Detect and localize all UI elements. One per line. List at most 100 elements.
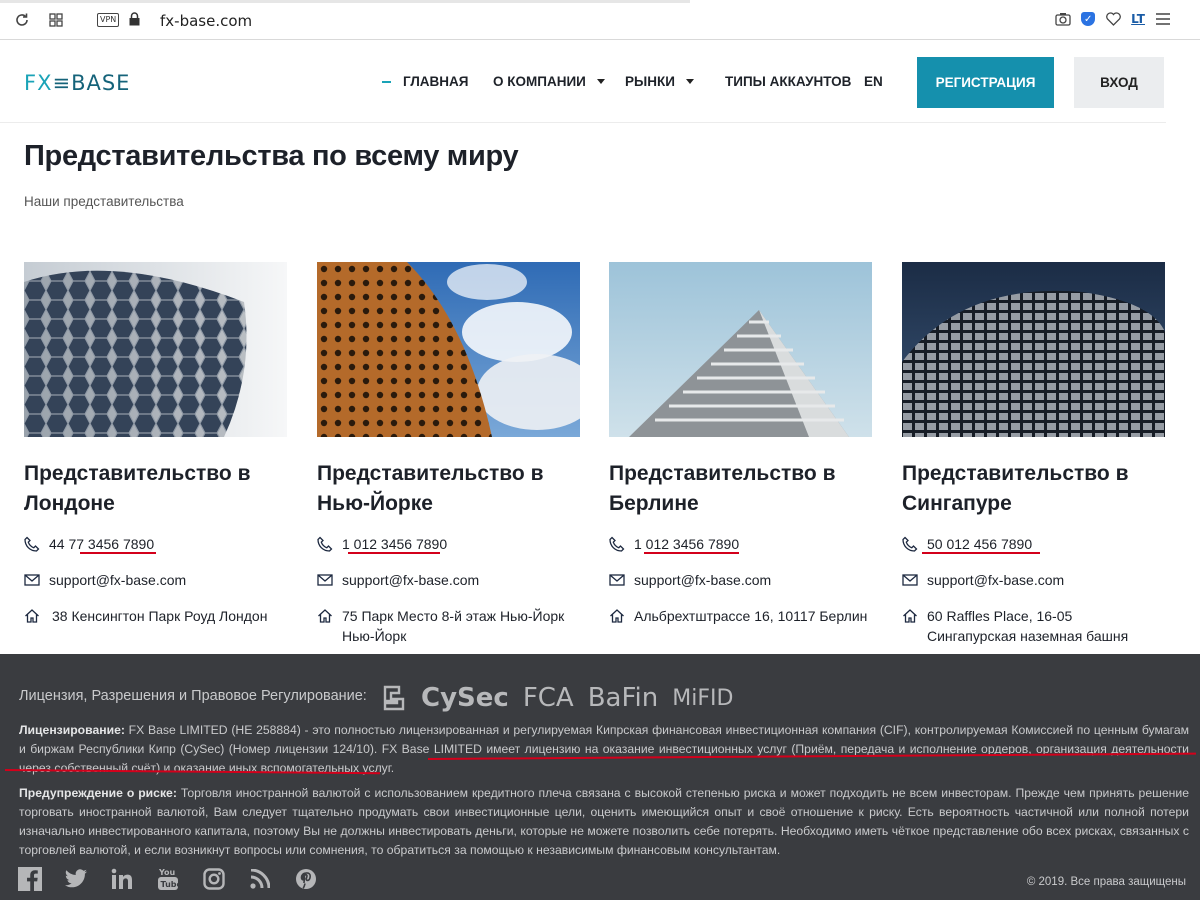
office-address: 38 Кенсингтон Парк Роуд Лондон bbox=[24, 606, 287, 626]
social-links: You Tube bbox=[18, 867, 318, 891]
menu-icon[interactable] bbox=[1154, 10, 1172, 28]
logo-base: BASE bbox=[71, 71, 131, 95]
chevron-down-icon bbox=[685, 79, 694, 84]
phone-number: 1 012 3456 7890 bbox=[342, 536, 448, 552]
home-icon bbox=[903, 609, 917, 623]
camera-icon[interactable] bbox=[1054, 10, 1072, 28]
address-bar-url[interactable]: fx-base.com bbox=[160, 12, 252, 30]
office-email[interactable]: support@fx-base.com bbox=[609, 570, 771, 590]
tabs-grid-icon[interactable] bbox=[46, 10, 66, 30]
shield-icon[interactable]: ✓ bbox=[1081, 12, 1096, 26]
nav-language[interactable]: EN bbox=[864, 74, 883, 89]
active-indicator bbox=[382, 80, 391, 83]
address-text: 75 Парк Место 8-й этаж Нью-Йорк Нью-Йорк bbox=[342, 608, 565, 644]
home-icon bbox=[318, 609, 332, 623]
mifid-logo: MiFID bbox=[672, 685, 734, 711]
address-text: 38 Кенсингтон Парк Роуд Лондон bbox=[52, 608, 268, 624]
nav-home-label: ГЛАВНАЯ bbox=[403, 74, 469, 89]
office-title: Представительство в Лондоне bbox=[24, 462, 251, 515]
breadcrumb[interactable]: Наши представительства bbox=[24, 194, 184, 209]
phone-icon bbox=[24, 536, 40, 552]
licensing-text: Лицензирование: FX Base LIMITED (HE 2588… bbox=[19, 721, 1189, 778]
office-phone[interactable]: 1 012 3456 7890 bbox=[317, 534, 447, 554]
youtube-icon[interactable]: You Tube bbox=[156, 867, 180, 891]
nav-about[interactable]: О КОМПАНИИ bbox=[493, 74, 605, 89]
lock-icon[interactable] bbox=[129, 12, 140, 26]
regulator-logos: CySec FCA BaFin MiFID bbox=[381, 683, 733, 713]
pinterest-icon[interactable] bbox=[294, 867, 318, 891]
office-card-singapore: Представительство в Сингапуре bbox=[902, 262, 1165, 519]
nav-language-label: EN bbox=[864, 74, 883, 89]
annotation-underline bbox=[80, 552, 156, 554]
london-building-photo bbox=[24, 262, 287, 437]
singapore-building-photo bbox=[902, 262, 1165, 437]
annotation-underline bbox=[348, 552, 440, 554]
new-york-building-photo bbox=[317, 262, 580, 437]
heart-icon[interactable] bbox=[1104, 10, 1122, 28]
vpn-badge[interactable]: VPN bbox=[97, 13, 120, 27]
risk-label: Предупреждение о риске: bbox=[19, 786, 177, 800]
page-title: Представительства по всему миру bbox=[24, 140, 519, 172]
office-email[interactable]: support@fx-base.com bbox=[317, 570, 479, 590]
regulation-label: Лицензия, Разрешения и Правовое Регулиро… bbox=[19, 688, 367, 704]
phone-icon bbox=[902, 536, 918, 552]
office-email[interactable]: support@fx-base.com bbox=[24, 570, 186, 590]
linkedin-icon[interactable] bbox=[110, 867, 134, 891]
register-button[interactable]: РЕГИСТРАЦИЯ bbox=[917, 57, 1054, 108]
office-title: Представительство в Нью-Йорке bbox=[317, 462, 544, 515]
nav-account-types[interactable]: ТИПЫ АККАУНТОВ bbox=[725, 74, 851, 89]
office-card-berlin: Представительство в Берлине bbox=[609, 262, 872, 519]
fca-logo: FCA bbox=[522, 683, 574, 713]
facebook-icon[interactable] bbox=[18, 867, 42, 891]
mail-icon bbox=[902, 574, 918, 586]
office-title: Представительство в Берлине bbox=[609, 462, 836, 515]
risk-warning-text: Предупреждение о риске: Торговля иностра… bbox=[19, 784, 1189, 860]
phone-icon bbox=[317, 536, 333, 552]
mail-icon bbox=[317, 574, 333, 586]
nav-account-types-label: ТИПЫ АККАУНТОВ bbox=[725, 74, 852, 89]
licensing-body: FX Base LIMITED (HE 258884) - это полнос… bbox=[19, 723, 1189, 775]
phone-icon bbox=[609, 536, 625, 552]
nav-markets-label: РЫНКИ bbox=[625, 74, 675, 89]
mail-icon bbox=[609, 574, 625, 586]
email-address: support@fx-base.com bbox=[342, 572, 480, 588]
office-address: Альбрехтштрассе 16, 10117 Берлин bbox=[609, 606, 872, 626]
rss-icon[interactable] bbox=[248, 867, 272, 891]
copyright-text: © 2019. Все права защищены bbox=[1026, 876, 1186, 888]
address-text: 60 Raffles Place, 16-05 Сингапурская наз… bbox=[927, 608, 1129, 644]
office-address: 75 Парк Место 8-й этаж Нью-Йорк Нью-Йорк bbox=[317, 606, 580, 646]
phone-number: 1 012 3456 7890 bbox=[634, 536, 740, 552]
cysec-logo: CySec bbox=[421, 683, 509, 713]
nav-home[interactable]: ГЛАВНАЯ bbox=[382, 74, 469, 89]
office-email[interactable]: support@fx-base.com bbox=[902, 570, 1064, 590]
office-phone[interactable]: 44 77 3456 7890 bbox=[24, 534, 154, 554]
office-card-london: Представительство в Лондоне bbox=[24, 262, 287, 519]
site-logo[interactable]: FX≡BASE bbox=[24, 71, 130, 95]
browser-extensions: ✓ LT bbox=[1054, 10, 1172, 28]
home-icon bbox=[610, 609, 624, 623]
office-address: 60 Raffles Place, 16-05 Сингапурская наз… bbox=[902, 606, 1165, 646]
annotation-underline bbox=[922, 552, 1040, 554]
site-footer: Лицензия, Разрешения и Правовое Регулиро… bbox=[0, 654, 1200, 900]
nav-about-label: О КОМПАНИИ bbox=[493, 74, 586, 89]
nav-markets[interactable]: РЫНКИ bbox=[625, 74, 694, 89]
reload-icon[interactable] bbox=[12, 10, 32, 30]
office-phone[interactable]: 1 012 3456 7890 bbox=[609, 534, 739, 554]
office-title: Представительство в Сингапуре bbox=[902, 462, 1129, 515]
languagetool-icon[interactable]: LT bbox=[1131, 12, 1145, 26]
annotation-underline bbox=[644, 552, 739, 554]
cyprus-regulator-icon bbox=[383, 685, 405, 711]
login-button[interactable]: ВХОД bbox=[1074, 57, 1164, 108]
email-address: support@fx-base.com bbox=[927, 572, 1065, 588]
svg-text:Tube: Tube bbox=[161, 880, 180, 889]
twitter-icon[interactable] bbox=[64, 867, 88, 891]
office-card-new-york: Представительство в Нью-Йорке bbox=[317, 262, 580, 519]
office-phone[interactable]: 50 012 456 7890 bbox=[902, 534, 1032, 554]
logo-dash: ≡ bbox=[52, 71, 72, 95]
instagram-icon[interactable] bbox=[202, 867, 226, 891]
chevron-down-icon bbox=[596, 79, 605, 84]
email-address: support@fx-base.com bbox=[634, 572, 772, 588]
mail-icon bbox=[24, 574, 40, 586]
site-header: FX≡BASE ГЛАВНАЯ О КОМПАНИИ РЫНКИ ТИПЫ АК… bbox=[0, 41, 1166, 123]
home-icon bbox=[25, 609, 39, 623]
